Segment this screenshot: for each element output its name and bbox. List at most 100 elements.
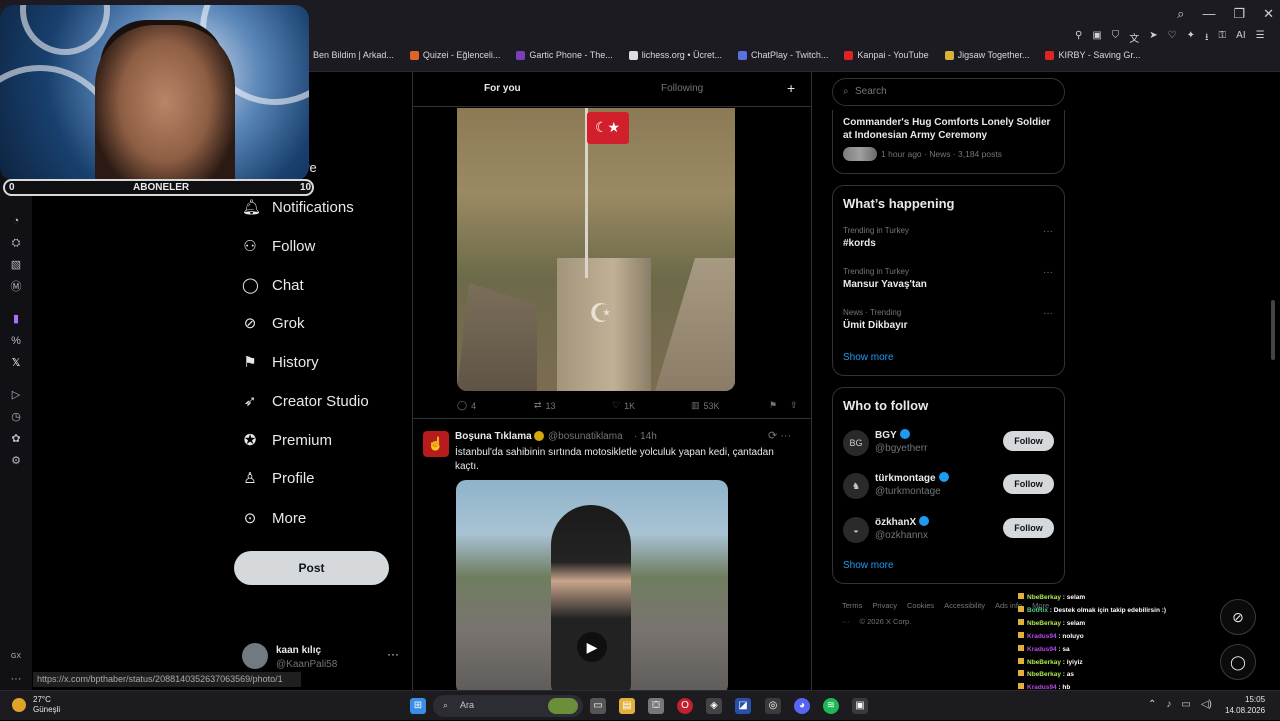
nav-item-follow[interactable]: ⚇ Follow [242, 238, 315, 255]
file-explorer-icon[interactable]: ▤ [619, 698, 635, 714]
network-icon[interactable]: ▭ [1181, 699, 1190, 710]
reply-button[interactable]: ◯ 4 [457, 400, 476, 411]
tweet-timestamp[interactable]: · 14h [634, 431, 657, 442]
follow-button[interactable]: Follow [1003, 431, 1054, 451]
search-input[interactable]: ⌕ Search [832, 78, 1065, 106]
tweet-author-handle[interactable]: @bosunatiklama [548, 431, 623, 442]
account-name[interactable]: özkhanX [875, 516, 930, 528]
nav-item-creator-studio[interactable]: ➶ Creator Studio [242, 393, 369, 410]
tweet-author-name[interactable]: Boşuna Tıklama [455, 431, 532, 442]
gx-icon[interactable]: GX [9, 650, 23, 664]
tweet-video[interactable]: ▶ [456, 480, 728, 690]
more-icon[interactable]: ··· [1043, 267, 1053, 278]
footer-link[interactable]: Terms [842, 601, 862, 610]
add-tab-icon[interactable]: + [787, 80, 795, 96]
tweet-image-flag-castle[interactable]: ☪ ☾★ [457, 108, 735, 391]
trend-item[interactable]: Trending in Turkey #kords ··· [843, 226, 1058, 249]
avatar[interactable]: ☝ [423, 431, 449, 457]
bookmark-item[interactable]: Ben Bildim | Arkad... [300, 50, 394, 60]
microphone-icon[interactable]: ♪ [1166, 699, 1171, 710]
like-button[interactable]: ♡ 1K [612, 400, 635, 411]
heart-icon[interactable]: ♡ [1168, 30, 1177, 47]
app-icon[interactable]: ◪ [735, 698, 751, 714]
news-title[interactable]: Commander's Hug Comforts Lonely Soldier … [843, 116, 1058, 142]
more-icon[interactable]: ··· [9, 672, 23, 686]
search-icon[interactable]: ⌕ [1177, 6, 1184, 22]
retweet-button[interactable]: ⇄ 13 [534, 400, 556, 411]
trend-item[interactable]: News · Trending Ümit Dikbayır ··· [843, 308, 1058, 331]
spotify-icon[interactable]: ≋ [823, 698, 839, 714]
messages-icon[interactable]: ◯ [1220, 644, 1256, 680]
weather-icon[interactable] [12, 698, 26, 712]
follow-suggestion[interactable]: ♞ türkmontage @turkmontage Follow [843, 471, 1058, 505]
bookmark-icon[interactable]: ⚑ [769, 400, 777, 411]
app-icon[interactable]: ◈ [706, 698, 722, 714]
account-name[interactable]: türkmontage [875, 472, 949, 484]
ai-icon[interactable]: ⛭ [9, 236, 23, 250]
show-more-link[interactable]: Show more [843, 560, 894, 571]
scrollbar[interactable] [1271, 300, 1275, 360]
avatar[interactable]: ◒ [843, 517, 869, 543]
footer-link[interactable]: Privacy [872, 601, 897, 610]
more-icon[interactable]: ··· [1043, 226, 1053, 237]
download-icon[interactable]: ⭳ [1205, 30, 1209, 47]
twitch-icon[interactable]: ▮ [9, 312, 23, 326]
translate-icon[interactable]: 文 [1129, 30, 1139, 47]
puzzle-icon[interactable]: ✦ [1187, 30, 1195, 47]
speed-dial-icon[interactable]: ◔ [9, 214, 23, 228]
x-icon[interactable]: 𝕏 [9, 356, 23, 370]
bookmark-item[interactable]: Kanpai - YouTube [844, 50, 929, 60]
show-more-link[interactable]: Show more [843, 352, 894, 363]
footer-link[interactable]: Accessibility [944, 601, 985, 610]
gallery-icon[interactable]: ▧ [9, 258, 23, 272]
footer-link[interactable]: Cookies [907, 601, 934, 610]
opera-gx-icon[interactable]: O [677, 698, 693, 714]
tab-for-you[interactable]: For you [484, 83, 521, 94]
clock[interactable]: 15:05 14.08.2026 [1225, 694, 1265, 716]
m-icon[interactable]: Ⓜ [9, 280, 23, 294]
nav-item-grok[interactable]: ⊘ Grok [242, 315, 305, 332]
close-icon[interactable]: ✕ [1263, 6, 1274, 22]
tab-following[interactable]: Following [661, 83, 703, 94]
bookmark-item[interactable]: ChatPlay - Twitch... [737, 50, 828, 60]
more-icon[interactable]: ··· [1043, 308, 1053, 319]
bookmark-item[interactable]: KIRBY - Saving Gr... [1045, 50, 1140, 60]
lock-icon[interactable]: ⚿ [1219, 30, 1227, 47]
play-icon[interactable]: ▷ [9, 388, 23, 402]
task-view-icon[interactable]: ▭ [590, 698, 606, 714]
nav-item-notifications[interactable]: 🔔︎ Notifications [242, 199, 354, 216]
follow-button[interactable]: Follow [1003, 474, 1054, 494]
account-name[interactable]: BGY [875, 429, 910, 441]
obs-icon[interactable]: ▣ [852, 698, 868, 714]
avatar[interactable]: ♞ [843, 473, 869, 499]
views-button[interactable]: ▥ 53K [691, 400, 720, 411]
pin-icon[interactable]: ⚲ [1075, 30, 1082, 47]
nav-item-chat[interactable]: ◯ Chat [242, 277, 304, 294]
avatar[interactable]: BG [843, 430, 869, 456]
bookmark-item[interactable]: Jigsaw Together... [944, 50, 1029, 60]
post-button[interactable]: Post [234, 551, 389, 585]
bookmark-item[interactable]: Quizei - Eğlenceli... [409, 50, 500, 60]
share-icon[interactable]: ⇪ [790, 400, 798, 411]
history-icon[interactable]: ◷ [9, 410, 23, 424]
bookmark-item[interactable]: lichess.org • Ücret... [628, 50, 722, 60]
follow-suggestion[interactable]: ◒ özkhanX @ozkhannx Follow [843, 515, 1058, 549]
nav-item-history[interactable]: ⚑ History [242, 354, 318, 371]
trend-item[interactable]: Trending in Turkey Mansur Yavaş'tan ··· [843, 267, 1058, 290]
minimize-icon[interactable]: — [1202, 6, 1215, 22]
maximize-icon[interactable]: ❐ [1233, 6, 1245, 22]
taskbar-search[interactable]: ⌕ Ara [433, 695, 583, 717]
ai-icon[interactable]: AI [1236, 30, 1245, 47]
news-card[interactable]: Commander's Hug Comforts Lonely Soldier … [832, 110, 1065, 174]
nav-item-more[interactable]: ⊙ More [242, 510, 306, 527]
puzzle-icon[interactable]: ✿ [9, 432, 23, 446]
bookmark-item[interactable]: Gartic Phone - The... [516, 50, 613, 60]
send-icon[interactable]: ➤ [1149, 30, 1157, 47]
chevron-up-icon[interactable]: ⌃ [1148, 699, 1156, 710]
nav-item-profile[interactable]: ♙ Profile [242, 470, 314, 487]
grok-icon[interactable]: ⊘ [1220, 599, 1256, 635]
capture-icon[interactable]: ▣ [1092, 30, 1101, 47]
more-icon[interactable]: ⟳ ··· [768, 429, 791, 442]
follow-button[interactable]: Follow [1003, 518, 1054, 538]
start-icon[interactable]: ⊞ [410, 698, 426, 714]
